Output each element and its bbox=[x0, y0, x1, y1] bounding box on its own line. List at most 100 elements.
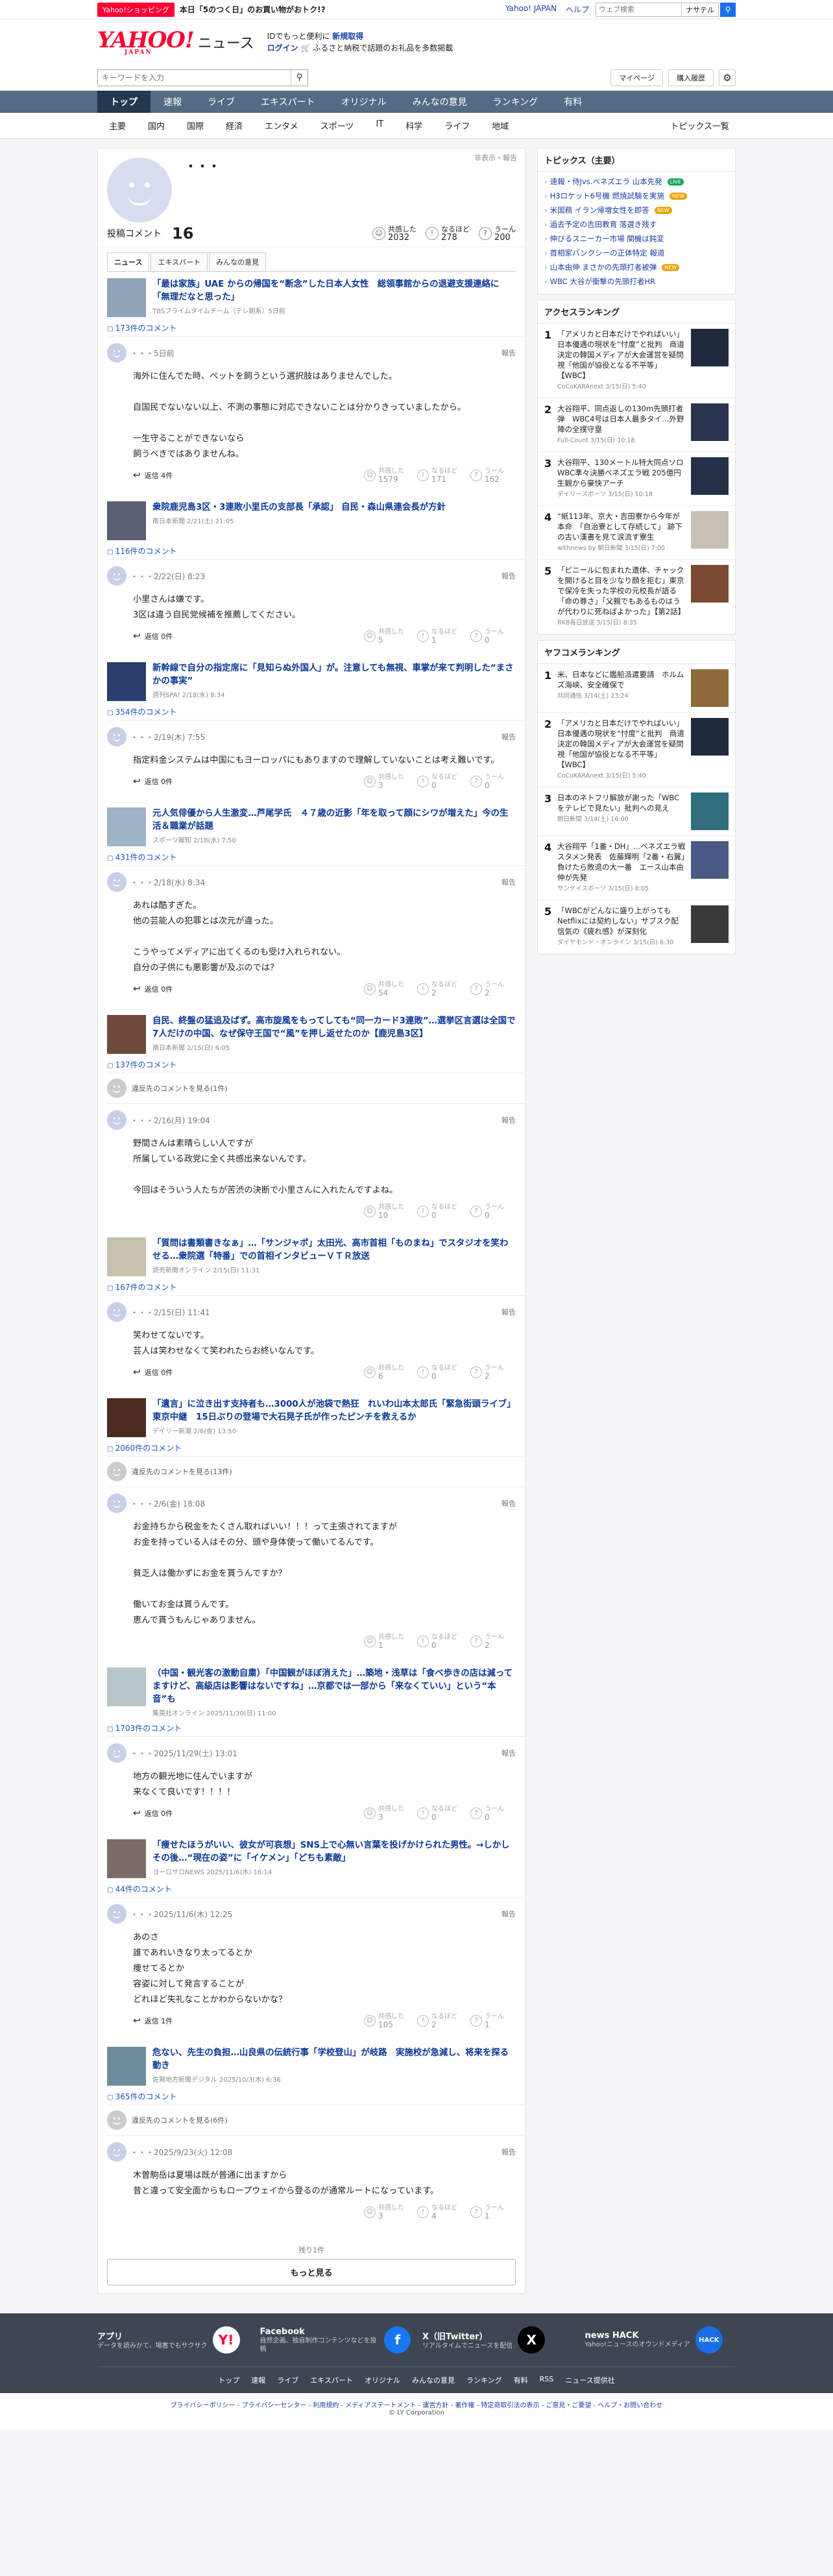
article-title[interactable]: 危ない、先生の負担…山良県の伝統行事「学校登山」が岐路 実施校が急減し、将来を探… bbox=[152, 2047, 516, 2073]
article-title[interactable]: 衆院鹿児島3区・3連敗小里氏の支部長「承認」 自民・森山県連会長が方針 bbox=[152, 501, 446, 514]
topic-item[interactable]: WBC 大谷が衝撃の先頭打者HR bbox=[538, 274, 735, 289]
login-link[interactable]: ログイン bbox=[267, 43, 298, 53]
topic-item[interactable]: 伸びるスニーカー市場 関機は鈍変 bbox=[538, 232, 735, 246]
ranking-title[interactable]: 大谷翔平、同点返しの130m先頭打者弾 WBC4号は日本人最多タイ…外野陣の全撲… bbox=[557, 403, 686, 435]
tab-opinions[interactable]: みんなの意見 bbox=[209, 252, 267, 271]
article-thumbnail[interactable] bbox=[107, 1839, 146, 1878]
footer-link[interactable]: 速報 bbox=[251, 2375, 265, 2385]
ranking-title[interactable]: 「ビニールに包まれた遺体、チャックを開けると目を少なり顔を拒む」東京で保冷を失っ… bbox=[557, 565, 686, 617]
ranking-item[interactable]: 1 「アメリカと日本だけでやればいい」日本優遇の現状を“忖度”と批判 商道決定の韓… bbox=[538, 324, 735, 398]
topics-list-link[interactable]: トピックス一覧 bbox=[670, 119, 729, 132]
ranking-text[interactable]: “紙113年、京大・吉田寮から今年が本命 「自治寮として存続して」 跡下の古い漢… bbox=[557, 511, 686, 554]
article-thumbnail[interactable] bbox=[107, 278, 146, 317]
reply-button[interactable]: ↩ 返信 0件 bbox=[133, 984, 173, 994]
help-link[interactable]: ヘルプ bbox=[566, 4, 589, 15]
legal-links[interactable]: プライバシーポリシー - プライバシーセンター - 利用規約 - メディアステー… bbox=[0, 2400, 833, 2409]
ranking-text[interactable]: 米、日本などに鑑船派遣要請 ホルムズ海峡、安全確保で 共同通信 3/14(土) 2… bbox=[557, 669, 686, 707]
topic-label[interactable]: 過去予定の吉田教育 落選き残す bbox=[550, 219, 657, 230]
ranking-text[interactable]: 大谷翔平、同点返しの130m先頭打者弾 WBC4号は日本人最多タイ…外野陣の全撲… bbox=[557, 403, 686, 446]
article-thumbnail[interactable] bbox=[107, 1667, 146, 1706]
reaction-empathy-button[interactable]: ☺ 共感した 3 bbox=[364, 2204, 409, 2220]
search-icon[interactable]: ⚲ bbox=[291, 69, 308, 86]
topic-label[interactable]: WBC 大谷が衝撃の先頭打者HR bbox=[550, 276, 655, 287]
ranking-text[interactable]: 大谷翔平、130メートル特大同点ソロ WBC準々決勝ベネズエラ戦 205億円生観… bbox=[557, 457, 691, 500]
footer-app-title[interactable]: アプリ bbox=[97, 2330, 208, 2342]
report-link[interactable]: 報告 bbox=[501, 1498, 516, 1509]
mypage-button[interactable]: マイページ bbox=[610, 69, 663, 86]
report-link[interactable]: 報告 bbox=[501, 1748, 516, 1758]
reply-button[interactable]: ↩ 返信 0件 bbox=[133, 776, 173, 787]
news-search-input[interactable] bbox=[98, 69, 291, 86]
footer-link[interactable]: ランキング bbox=[466, 2375, 502, 2385]
reaction-empathy-button[interactable]: ☺ 共感した 1 bbox=[364, 1634, 409, 1649]
tab-expert[interactable]: エキスパート bbox=[248, 91, 328, 113]
reaction-hmm-button[interactable]: ? うーん 1 bbox=[470, 2204, 516, 2220]
ranking-thumbnail[interactable] bbox=[691, 718, 729, 756]
service-name[interactable]: ニュース bbox=[198, 32, 254, 53]
reaction-empathy-button[interactable]: ☺ 共感した 1579 bbox=[364, 468, 409, 483]
article-thumbnail[interactable] bbox=[107, 807, 146, 846]
furusato-link[interactable]: ふるさと納税で話題のお礼品を多数掲載 bbox=[313, 43, 453, 53]
report-link[interactable]: 報告 bbox=[501, 877, 516, 887]
reaction-insight-button[interactable]: ! なるほど 4 bbox=[417, 2204, 463, 2220]
reaction-hmm-button[interactable]: ? うーん 0 bbox=[470, 1806, 516, 1821]
topic-item[interactable]: 米国務 イラン帰増女性を即答 NEW bbox=[538, 203, 735, 217]
comment-count-link[interactable]: 44件のコメント bbox=[98, 1878, 525, 1897]
subnav-item[interactable]: エンタメ bbox=[265, 119, 298, 132]
article-title[interactable]: 元人気俳優から人生激変…芦尾学氏 ４７歳の近影「年を取って顔にシワが増えた」今の… bbox=[152, 807, 516, 833]
subnav-item[interactable]: IT bbox=[376, 119, 383, 132]
ranking-item[interactable]: 4 大谷翔平「1番・DH」…ベネズエラ戦スタメン発表 佐藤輝明「2番・右翼」 負け… bbox=[538, 836, 735, 900]
reaction-insight-button[interactable]: ! なるほど 2 bbox=[417, 2013, 463, 2029]
reaction-insight-button[interactable]: ! なるほど 0 bbox=[417, 1634, 463, 1649]
footer-app-title[interactable]: news HACK bbox=[585, 2331, 690, 2341]
topic-label[interactable]: 伸びるスニーカー市場 関機は鈍変 bbox=[550, 233, 664, 244]
hidden-comments-link[interactable]: 違反先のコメントを見る(1件) bbox=[107, 1073, 525, 1103]
ranking-item[interactable]: 4 “紙113年、京大・吉田寮から今年が本命 「自治寮として存続して」 跡下の古い… bbox=[538, 506, 735, 560]
reaction-hmm-button[interactable]: ? うーん 0 bbox=[470, 1204, 516, 1219]
ranking-title[interactable]: 米、日本などに鑑船派遣要請 ホルムズ海峡、安全確保で bbox=[557, 669, 686, 690]
reply-button[interactable]: ↩ 返信 0件 bbox=[133, 1808, 173, 1819]
footer-link[interactable]: みんなの意見 bbox=[412, 2375, 455, 2385]
ranking-item[interactable]: 5 「WBCがどんなに盛り上がってもNetflixには契約しない」サブスク配信気の… bbox=[538, 900, 735, 954]
ranking-item[interactable]: 3 日本のネトフリ解放が謝った「WBCをテレビで見たい」批判への見え 朝日新聞 3/… bbox=[538, 787, 735, 836]
ranking-title[interactable]: 「アメリカと日本だけでやればいい」日本優遇の現状を“忖度”と批判 商道決定の韓国… bbox=[557, 718, 686, 770]
report-link[interactable]: 報告 bbox=[501, 1909, 516, 1919]
hidden-comments-label[interactable]: 違反先のコメントを見る(1件) bbox=[132, 1083, 228, 1093]
article-title[interactable]: 新幹線で自分の指定席に「見知らぬ外国人」が。注意しても無視、車掌が来て判明した“… bbox=[152, 662, 516, 688]
topic-item[interactable]: 過去予定の吉田教育 落選き残す bbox=[538, 217, 735, 232]
ranking-text[interactable]: 大谷翔平「1番・DH」…ベネズエラ戦スタメン発表 佐藤輝明「2番・右翼」 負けた… bbox=[557, 841, 692, 894]
hide-report-link[interactable]: 非表示・報告 bbox=[474, 152, 517, 163]
footer-link[interactable]: オリジナル bbox=[365, 2375, 400, 2385]
tab-top[interactable]: トップ bbox=[97, 91, 151, 113]
footer-app-1[interactable]: Facebook 自然企画、独自制作コンテンツなどを投稿 f bbox=[260, 2326, 411, 2354]
ranking-thumbnail[interactable] bbox=[691, 457, 729, 495]
tab-expert[interactable]: エキスパート bbox=[151, 252, 208, 271]
reaction-empathy-button[interactable]: ☺ 共感した 6 bbox=[364, 1365, 409, 1380]
report-link[interactable]: 報告 bbox=[501, 2147, 516, 2157]
footer-app-2[interactable]: X（旧Twitter） リアルタイムでニュースを配信 X bbox=[422, 2326, 573, 2354]
comment-count-link[interactable]: 1703件のコメント bbox=[98, 1717, 525, 1736]
ranking-thumbnail[interactable] bbox=[691, 511, 729, 549]
ranking-thumbnail[interactable] bbox=[691, 793, 729, 830]
report-link[interactable]: 報告 bbox=[501, 571, 516, 581]
web-search-input[interactable] bbox=[596, 5, 681, 14]
tab-original[interactable]: オリジナル bbox=[328, 91, 400, 113]
footer-app-0[interactable]: アプリ データを読みかて、場書でもサクサク Y! bbox=[97, 2326, 248, 2354]
reply-button[interactable]: ↩ 返信 1件 bbox=[133, 2016, 173, 2026]
ranking-title[interactable]: 日本のネトフリ解放が謝った「WBCをテレビで見たい」批判への見え bbox=[557, 793, 686, 813]
reaction-empathy-button[interactable]: ☺ 共感した 5 bbox=[364, 628, 409, 644]
ranking-thumbnail[interactable] bbox=[691, 329, 729, 366]
reply-button[interactable]: ↩ 返信 0件 bbox=[133, 1367, 173, 1377]
tab-breaking[interactable]: 速報 bbox=[151, 91, 195, 113]
tab-ranking[interactable]: ランキング bbox=[480, 91, 551, 113]
report-link[interactable]: 報告 bbox=[501, 348, 516, 358]
article-thumbnail[interactable] bbox=[107, 1237, 146, 1276]
footer-link[interactable]: 有料 bbox=[514, 2375, 528, 2385]
comment-count-link[interactable]: 431件のコメント bbox=[98, 846, 525, 865]
article-thumbnail[interactable] bbox=[107, 662, 146, 701]
report-link[interactable]: 報告 bbox=[501, 1307, 516, 1317]
ranking-text[interactable]: 「アメリカと日本だけでやればいい」日本優遇の現状を“忖度”と批判 商道決定の韓国… bbox=[557, 718, 686, 781]
article-thumbnail[interactable] bbox=[107, 1015, 146, 1054]
reaction-insight-button[interactable]: ! なるほど 2 bbox=[417, 981, 463, 997]
reaction-insight-button[interactable]: ! なるほど 0 bbox=[417, 1204, 463, 1219]
